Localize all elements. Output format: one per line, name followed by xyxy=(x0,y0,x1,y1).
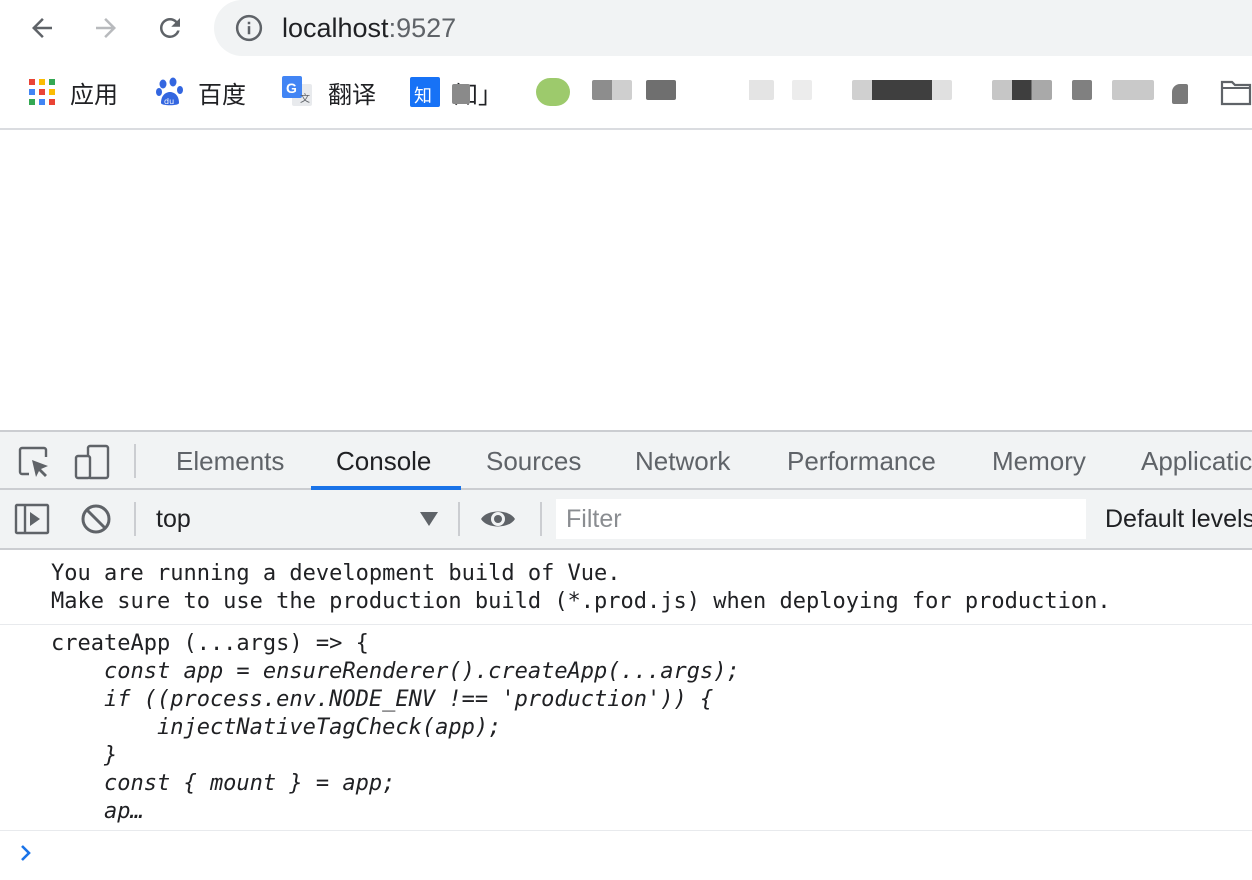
apps-grid-icon xyxy=(29,79,55,105)
svg-text:G: G xyxy=(286,80,297,96)
tab-application[interactable]: Applicatic xyxy=(1141,432,1252,490)
live-expression-eye-icon[interactable] xyxy=(480,501,516,537)
bookmark-label: 百度 xyxy=(198,80,246,109)
bookmark-label: 翻译 xyxy=(328,80,376,109)
redacted-bookmark-icon xyxy=(536,78,570,106)
console-text: Make sure to use the production build (*… xyxy=(51,589,1111,614)
tab-sources[interactable]: Sources xyxy=(486,432,581,490)
device-toolbar-icon[interactable] xyxy=(74,444,110,480)
console-code-line: createApp (...args) => { xyxy=(51,631,369,656)
redacted-bookmark xyxy=(646,80,676,100)
bookmark-baidu[interactable]: du 百度 xyxy=(156,76,246,109)
clear-console-icon[interactable] xyxy=(78,501,114,537)
chevron-down-icon[interactable] xyxy=(420,512,438,526)
bookmark-label: 应用 xyxy=(70,80,118,109)
devtools-panel: Elements Console Sources Network Perform… xyxy=(0,430,1252,880)
toolbar-divider xyxy=(134,502,136,536)
redacted-bookmark xyxy=(592,80,632,100)
zhihu-icon: 知 xyxy=(410,77,440,107)
toolbar-divider xyxy=(540,502,542,536)
arrow-left-icon xyxy=(32,18,52,38)
forward-button[interactable] xyxy=(86,8,126,48)
bookmark-translate[interactable]: G 文 翻译 xyxy=(282,76,376,109)
console-output: You are running a development build of V… xyxy=(0,550,1252,875)
bookmark-folder[interactable] xyxy=(1220,76,1252,108)
redacted-bookmark xyxy=(852,80,952,100)
browser-toolbar: localhost:9527 xyxy=(0,0,1252,58)
redacted-bookmark xyxy=(992,80,1052,100)
url-text[interactable]: localhost:9527 xyxy=(282,11,456,45)
execution-context-select[interactable]: top xyxy=(156,490,191,548)
console-code-line: injectNativeTagCheck(app); xyxy=(51,715,502,740)
console-code-line: } xyxy=(51,743,118,768)
address-bar[interactable]: localhost:9527 xyxy=(214,0,1252,56)
tab-memory[interactable]: Memory xyxy=(992,432,1086,490)
tab-network[interactable]: Network xyxy=(635,432,730,490)
svg-text:文: 文 xyxy=(300,92,310,105)
console-code-line: const { mount } = app; xyxy=(51,771,396,796)
google-translate-icon: G 文 xyxy=(282,76,312,106)
reload-button[interactable] xyxy=(150,8,190,48)
redacted-bookmark xyxy=(718,80,774,100)
svg-text:du: du xyxy=(164,97,174,106)
bookmarks-bar: 应用 du 百度 G 文 翻译 知 知」 xyxy=(0,58,1252,130)
console-code-line: const app = ensureRenderer().createApp(.… xyxy=(51,659,740,684)
toolbar-divider xyxy=(134,444,136,478)
folder-icon xyxy=(1220,80,1252,106)
console-toolbar: top Default levels xyxy=(0,490,1252,550)
bookmark-apps[interactable]: 应用 xyxy=(28,76,118,109)
toolbar-divider xyxy=(458,502,460,536)
tab-elements[interactable]: Elements xyxy=(176,432,284,490)
console-message-function[interactable]: createApp (...args) => { const app = ens… xyxy=(0,625,1252,831)
tab-console[interactable]: Console xyxy=(336,432,431,490)
inspect-element-icon[interactable] xyxy=(16,444,52,480)
redacted-bookmark xyxy=(1172,84,1188,104)
redacted-bookmark xyxy=(1112,80,1154,100)
console-message: You are running a development build of V… xyxy=(0,550,1252,625)
redacted-bookmark xyxy=(792,80,812,100)
svg-text:知: 知 xyxy=(414,86,432,107)
arrow-right-icon xyxy=(96,18,116,38)
redacted-bookmark xyxy=(452,84,470,104)
redacted-bookmark xyxy=(1072,80,1092,100)
back-button[interactable] xyxy=(22,8,62,48)
filter-input[interactable] xyxy=(556,499,1086,539)
reload-icon xyxy=(159,17,180,38)
tab-performance[interactable]: Performance xyxy=(787,432,936,490)
url-port: :9527 xyxy=(388,13,457,43)
sidebar-toggle-icon[interactable] xyxy=(14,501,50,537)
console-code-line: if ((process.env.NODE_ENV !== 'productio… xyxy=(51,687,714,712)
log-levels-dropdown[interactable]: Default levels xyxy=(1105,490,1252,548)
page-viewport xyxy=(0,130,1252,430)
baidu-paw-icon: du xyxy=(156,77,183,106)
info-icon[interactable] xyxy=(234,13,264,43)
url-host: localhost xyxy=(282,13,389,43)
console-text: You are running a development build of V… xyxy=(51,561,621,586)
console-prompt[interactable] xyxy=(0,831,1252,875)
prompt-chevron-icon xyxy=(21,845,31,861)
devtools-tab-bar: Elements Console Sources Network Perform… xyxy=(0,430,1252,490)
console-code-line: ap… xyxy=(51,799,144,824)
